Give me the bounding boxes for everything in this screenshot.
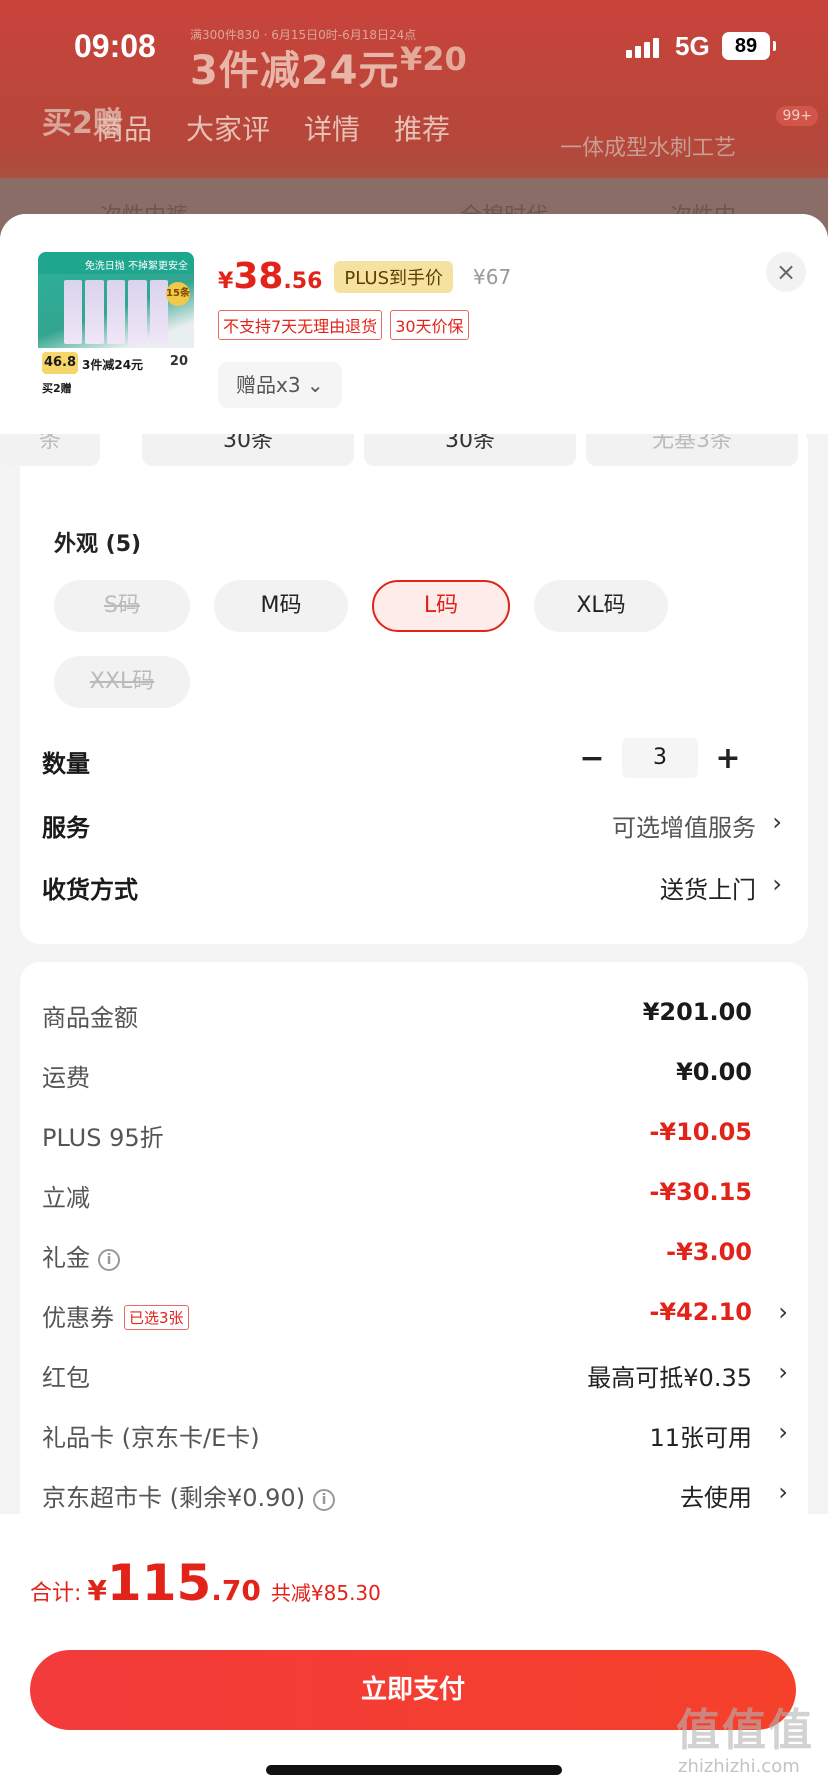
coupon-value: -¥42.10 <box>649 1298 752 1326</box>
gift-label: 赠品x3 <box>236 373 301 397</box>
total-label: 合计: <box>30 1581 82 1606</box>
chevron-down-icon: ⌄ <box>306 373 324 397</box>
cash-gift-label: 礼金 i <box>42 1238 120 1273</box>
service-label: 服务 <box>42 814 90 842</box>
quantity-input[interactable]: 3 <box>622 738 698 778</box>
red-packet-label: 红包 <box>42 1364 90 1392</box>
cash-gift-value: -¥3.00 <box>666 1238 752 1266</box>
plus-discount-row: PLUS 95折 -¥10.05 <box>42 1118 788 1158</box>
shipping-label: 运费 <box>42 1064 90 1092</box>
home-indicator[interactable] <box>266 1765 562 1775</box>
supermarket-card-row[interactable]: 京东超市卡 (剩余¥0.90) i 去使用 › <box>42 1478 788 1518</box>
price-protect-tag: 30天价保 <box>390 310 469 340</box>
shipping-value: ¥0.00 <box>676 1058 752 1086</box>
gift-card-label: 礼品卡 (京东卡/E卡) <box>42 1424 260 1452</box>
bg-tab: 商品 <box>96 113 153 146</box>
plus-price-tag: PLUS到手价 <box>334 261 453 293</box>
status-bar: 09:08 5G 89 <box>0 0 828 96</box>
quantity-row: 数量 − 3 + <box>42 738 782 784</box>
chevron-right-icon: › <box>778 1418 788 1446</box>
minus-icon[interactable]: − <box>574 741 610 776</box>
instant-discount-label: 立减 <box>42 1184 90 1212</box>
signal-icon <box>626 38 659 58</box>
total-saved: 共减¥85.30 <box>270 1581 381 1605</box>
quantity-label: 数量 <box>42 750 90 778</box>
supermarket-card-label: 京东超市卡 (剩余¥0.90) i <box>42 1478 336 1513</box>
policy-tags: 不支持7天无理由退货 30天价保 <box>218 310 469 340</box>
watermark-url: zhizhizhi.com <box>678 1756 800 1777</box>
plus-discount-label: PLUS 95折 <box>42 1124 164 1152</box>
shipping-row: 运费 ¥0.00 <box>42 1058 788 1098</box>
plus-discount-value: -¥10.05 <box>649 1118 752 1146</box>
price-decimal: .56 <box>283 269 323 294</box>
status-time: 09:08 <box>74 28 156 64</box>
purchase-sheet: 免洗日抛 不掉絮更安全 15条 46.8 3件减24元 20 买2赠 ¥ 38 … <box>0 214 828 1791</box>
coupon-label: 优惠券 已选3张 <box>42 1298 189 1333</box>
price-row: ¥ 38 .56 PLUS到手价 ¥67 <box>218 256 511 297</box>
appearance-label: 外观 (5) <box>54 532 142 557</box>
red-packet-value: 最高可抵¥0.35 <box>587 1364 752 1392</box>
gift-card-row[interactable]: 礼品卡 (京东卡/E卡) 11张可用 › <box>42 1418 788 1458</box>
red-packet-row[interactable]: 红包 最高可抵¥0.35 › <box>42 1358 788 1398</box>
bg-tab: 推荐 <box>394 113 451 146</box>
plus-icon[interactable]: + <box>710 741 746 776</box>
price-currency: ¥ <box>218 269 234 294</box>
chevron-right-icon: › <box>772 870 782 898</box>
size-option-xxl[interactable]: XXL码 <box>54 656 190 708</box>
delivery-row[interactable]: 收货方式 送货上门 › <box>42 870 782 910</box>
thumb-price: 46.8 <box>42 352 78 374</box>
goods-amount-row: 商品金额 ¥201.00 <box>42 998 788 1038</box>
chevron-right-icon: › <box>778 1478 788 1506</box>
price-integer: 38 <box>233 256 284 297</box>
total-currency: ¥ <box>87 1574 107 1607</box>
delivery-label: 收货方式 <box>42 876 138 904</box>
thumb-gift: 买2赠 <box>42 382 72 395</box>
total-price: 合计: ¥ 115 .70 共减¥85.30 <box>30 1554 381 1612</box>
thumb-packs-image <box>64 280 169 344</box>
original-price: ¥67 <box>473 265 512 289</box>
thumb-top-text: 免洗日抛 不掉絮更安全 <box>38 252 194 274</box>
chevron-right-icon: › <box>778 1298 788 1326</box>
info-icon[interactable]: i <box>313 1489 336 1511</box>
bg-tabs: 商品 大家评 详情 推荐 <box>0 108 828 148</box>
service-row[interactable]: 服务 可选增值服务 › <box>42 808 782 848</box>
goods-amount-label: 商品金额 <box>42 1004 138 1032</box>
thumb-amount: 20 <box>169 354 188 369</box>
sheet-header: 免洗日抛 不掉絮更安全 15条 46.8 3件减24元 20 买2赠 ¥ 38 … <box>0 214 828 434</box>
product-thumbnail[interactable]: 免洗日抛 不掉絮更安全 15条 46.8 3件减24元 20 买2赠 <box>38 252 194 408</box>
close-button[interactable]: × <box>766 252 806 292</box>
quantity-stepper: − 3 + <box>574 738 746 778</box>
watermark-logo: 值值值 <box>676 1705 814 1756</box>
gift-dropdown[interactable]: 赠品x3 ⌄ <box>218 362 342 408</box>
size-option-xl[interactable]: XL码 <box>534 580 668 632</box>
battery-icon: 89 <box>722 32 776 60</box>
network-type: 5G <box>675 31 710 61</box>
cash-gift-row: 礼金 i -¥3.00 <box>42 1238 788 1278</box>
thumb-promo: 46.8 3件减24元 20 买2赠 <box>38 348 194 408</box>
bg-tab: 详情 <box>304 113 361 146</box>
bg-tab: 大家评 <box>186 113 271 146</box>
supermarket-card-value: 去使用 <box>680 1484 752 1512</box>
chevron-right-icon: › <box>772 808 782 836</box>
total-integer: 115 <box>106 1554 212 1612</box>
size-option-m[interactable]: M码 <box>214 580 348 632</box>
info-icon[interactable]: i <box>98 1249 120 1271</box>
coupon-selected-tag: 已选3张 <box>124 1305 189 1330</box>
goods-amount-value: ¥201.00 <box>642 998 752 1026</box>
size-option-s[interactable]: S码 <box>54 580 190 632</box>
chevron-right-icon: › <box>778 1358 788 1386</box>
thumb-badge: 15条 <box>166 282 190 306</box>
no-return-tag: 不支持7天无理由退货 <box>218 310 383 340</box>
thumb-deal: 3件减24元 <box>82 358 144 372</box>
fee-breakdown-card: 商品金额 ¥201.00 运费 ¥0.00 PLUS 95折 -¥10.05 立… <box>20 962 808 1582</box>
gift-card-value: 11张可用 <box>649 1424 752 1452</box>
instant-discount-value: -¥30.15 <box>649 1178 752 1206</box>
size-option-l[interactable]: L码 <box>372 580 510 632</box>
coupon-row[interactable]: 优惠券 已选3张 -¥42.10 › <box>42 1298 788 1338</box>
total-decimal: .70 <box>211 1574 261 1607</box>
service-value: 可选增值服务 <box>612 814 756 842</box>
instant-discount-row: 立减 -¥30.15 <box>42 1178 788 1218</box>
delivery-value: 送货上门 <box>660 876 756 904</box>
